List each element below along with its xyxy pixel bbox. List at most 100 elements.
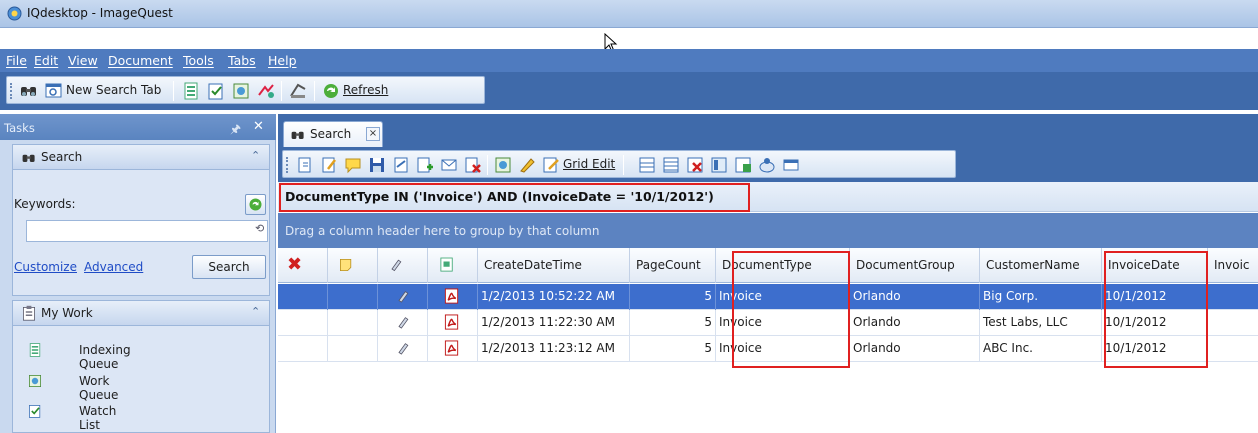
cell-customername[interactable]: Test Labs, LLC <box>980 310 1102 336</box>
close-tab-icon[interactable]: × <box>366 127 380 141</box>
cell-customername[interactable]: ABC Inc. <box>980 336 1102 362</box>
cell-annotation[interactable] <box>378 310 428 336</box>
cell-createdatetime[interactable]: 1/2/2013 11:23:12 AM <box>478 336 630 362</box>
watch-list-icon[interactable] <box>206 81 226 101</box>
add-page-icon[interactable] <box>415 155 435 175</box>
scan-icon[interactable] <box>288 81 308 101</box>
menu-document[interactable]: Document <box>108 53 173 68</box>
open-document-icon[interactable] <box>295 155 315 175</box>
menu-tabs[interactable]: Tabs <box>228 53 256 68</box>
cell-pagecount[interactable]: 5 <box>630 284 716 310</box>
menu-file[interactable]: File <box>6 53 27 68</box>
column-header-delete[interactable]: ✖ <box>278 248 328 283</box>
cell-empty[interactable] <box>328 336 378 362</box>
table-row[interactable]: 1/2/2013 11:22:30 AM 5 Invoice Orlando Test … <box>278 310 1258 336</box>
cell-documenttype[interactable]: Invoice <box>716 336 850 362</box>
work-queue-icon[interactable] <box>231 81 251 101</box>
column-header-annotation[interactable] <box>378 248 428 283</box>
pin-icon[interactable]: 🖈 <box>230 120 241 141</box>
my-work-panel-header[interactable]: My Work ⌃ <box>12 300 270 326</box>
column-header-customername[interactable]: CustomerName <box>980 248 1102 283</box>
cell-documentgroup[interactable]: Orlando <box>850 310 980 336</box>
export-icon[interactable] <box>733 155 753 175</box>
cell-file-type[interactable] <box>428 310 478 336</box>
cell-createdatetime[interactable]: 1/2/2013 10:52:22 AM <box>478 284 630 310</box>
table-row[interactable]: 1/2/2013 11:23:12 AM 5 Invoice Orlando ABC I… <box>278 336 1258 362</box>
window-icon[interactable] <box>781 155 801 175</box>
group-by-bar[interactable]: Drag a column header here to group by th… <box>278 213 1258 248</box>
collapse-chevron-icon[interactable]: ⌃ <box>251 305 260 318</box>
cell-empty[interactable] <box>278 336 328 362</box>
save-icon[interactable] <box>367 155 387 175</box>
toolbar-grip[interactable] <box>10 83 12 99</box>
grid-edit-icon[interactable] <box>541 155 561 175</box>
cell-empty[interactable] <box>328 310 378 336</box>
menu-edit[interactable]: Edit <box>34 53 58 68</box>
table-row[interactable]: 1/2/2013 10:52:22 AM 5 Invoice Orlando Big C… <box>278 284 1258 310</box>
column-header-pagecount[interactable]: PageCount <box>630 248 716 283</box>
menu-help[interactable]: Help <box>268 53 297 68</box>
route-icon[interactable] <box>493 155 513 175</box>
cell-invoicedate[interactable]: 10/1/2012 <box>1102 336 1208 362</box>
menu-tools[interactable]: Tools <box>183 53 214 68</box>
cell-pagecount[interactable]: 5 <box>630 336 716 362</box>
email-icon[interactable] <box>439 155 459 175</box>
advanced-link[interactable]: Advanced <box>84 260 143 274</box>
clear-input-icon[interactable]: ⟲ <box>255 222 264 235</box>
cell-empty[interactable] <box>328 284 378 310</box>
column-chooser-icon[interactable] <box>709 155 729 175</box>
cell-documenttype[interactable]: Invoice <box>716 284 850 310</box>
cell-documentgroup[interactable]: Orlando <box>850 284 980 310</box>
cell-annotation[interactable] <box>378 336 428 362</box>
column-header-invoicedate[interactable]: InvoiceDate <box>1102 248 1208 283</box>
binoculars-icon[interactable] <box>19 81 39 101</box>
cell-documenttype[interactable]: Invoice <box>716 310 850 336</box>
cell-createdatetime[interactable]: 1/2/2013 11:22:30 AM <box>478 310 630 336</box>
cell-pagecount[interactable]: 5 <box>630 310 716 336</box>
note-icon[interactable] <box>343 155 363 175</box>
cell-file-type[interactable] <box>428 284 478 310</box>
toolbar-grip[interactable] <box>286 157 288 173</box>
cell-documentgroup[interactable]: Orlando <box>850 336 980 362</box>
column-header-createdatetime[interactable]: CreateDateTime <box>478 248 630 283</box>
layout-rows-icon[interactable] <box>637 155 657 175</box>
cell-invoicedate[interactable]: 10/1/2012 <box>1102 284 1208 310</box>
edit-document-icon[interactable] <box>319 155 339 175</box>
cell-file-type[interactable] <box>428 336 478 362</box>
new-search-tab-icon[interactable] <box>44 81 64 101</box>
customize-link[interactable]: Customize <box>14 260 77 274</box>
keywords-input[interactable] <box>26 220 268 242</box>
remove-filter-icon[interactable] <box>685 155 705 175</box>
search-panel-header[interactable]: Search ⌃ <box>12 144 270 170</box>
tab-search[interactable]: Search × <box>283 121 383 147</box>
refresh-button[interactable]: Refresh <box>343 83 388 97</box>
print-icon[interactable] <box>391 155 411 175</box>
annotate-icon[interactable] <box>517 155 537 175</box>
cell-empty[interactable] <box>1208 310 1258 336</box>
layout-columns-icon[interactable] <box>661 155 681 175</box>
column-header-invoic[interactable]: Invoic <box>1208 248 1258 283</box>
cell-empty[interactable] <box>278 310 328 336</box>
cell-empty[interactable] <box>278 284 328 310</box>
column-header-documenttype[interactable]: DocumentType <box>716 248 850 283</box>
column-header-type[interactable] <box>428 248 478 283</box>
cell-empty[interactable] <box>1208 284 1258 310</box>
close-icon[interactable]: ✕ <box>253 119 264 134</box>
keywords-go-button[interactable] <box>245 194 266 215</box>
refresh-icon[interactable] <box>321 81 341 101</box>
cell-annotation[interactable] <box>378 284 428 310</box>
search-button[interactable]: Search <box>192 255 266 279</box>
cell-customername[interactable]: Big Corp. <box>980 284 1102 310</box>
indexing-icon[interactable] <box>181 81 201 101</box>
delete-document-icon[interactable] <box>463 155 483 175</box>
new-search-tab-button[interactable]: New Search Tab <box>66 83 161 97</box>
grid-edit-button[interactable]: Grid Edit <box>563 157 615 171</box>
cell-invoicedate[interactable]: 10/1/2012 <box>1102 310 1208 336</box>
menu-view[interactable]: View <box>68 53 98 68</box>
clear-icon[interactable] <box>757 155 777 175</box>
cell-empty[interactable] <box>1208 336 1258 362</box>
collapse-chevron-icon[interactable]: ⌃ <box>251 149 260 162</box>
column-header-note[interactable] <box>328 248 378 283</box>
column-header-documentgroup[interactable]: DocumentGroup <box>850 248 980 283</box>
workflow-icon[interactable] <box>256 81 276 101</box>
